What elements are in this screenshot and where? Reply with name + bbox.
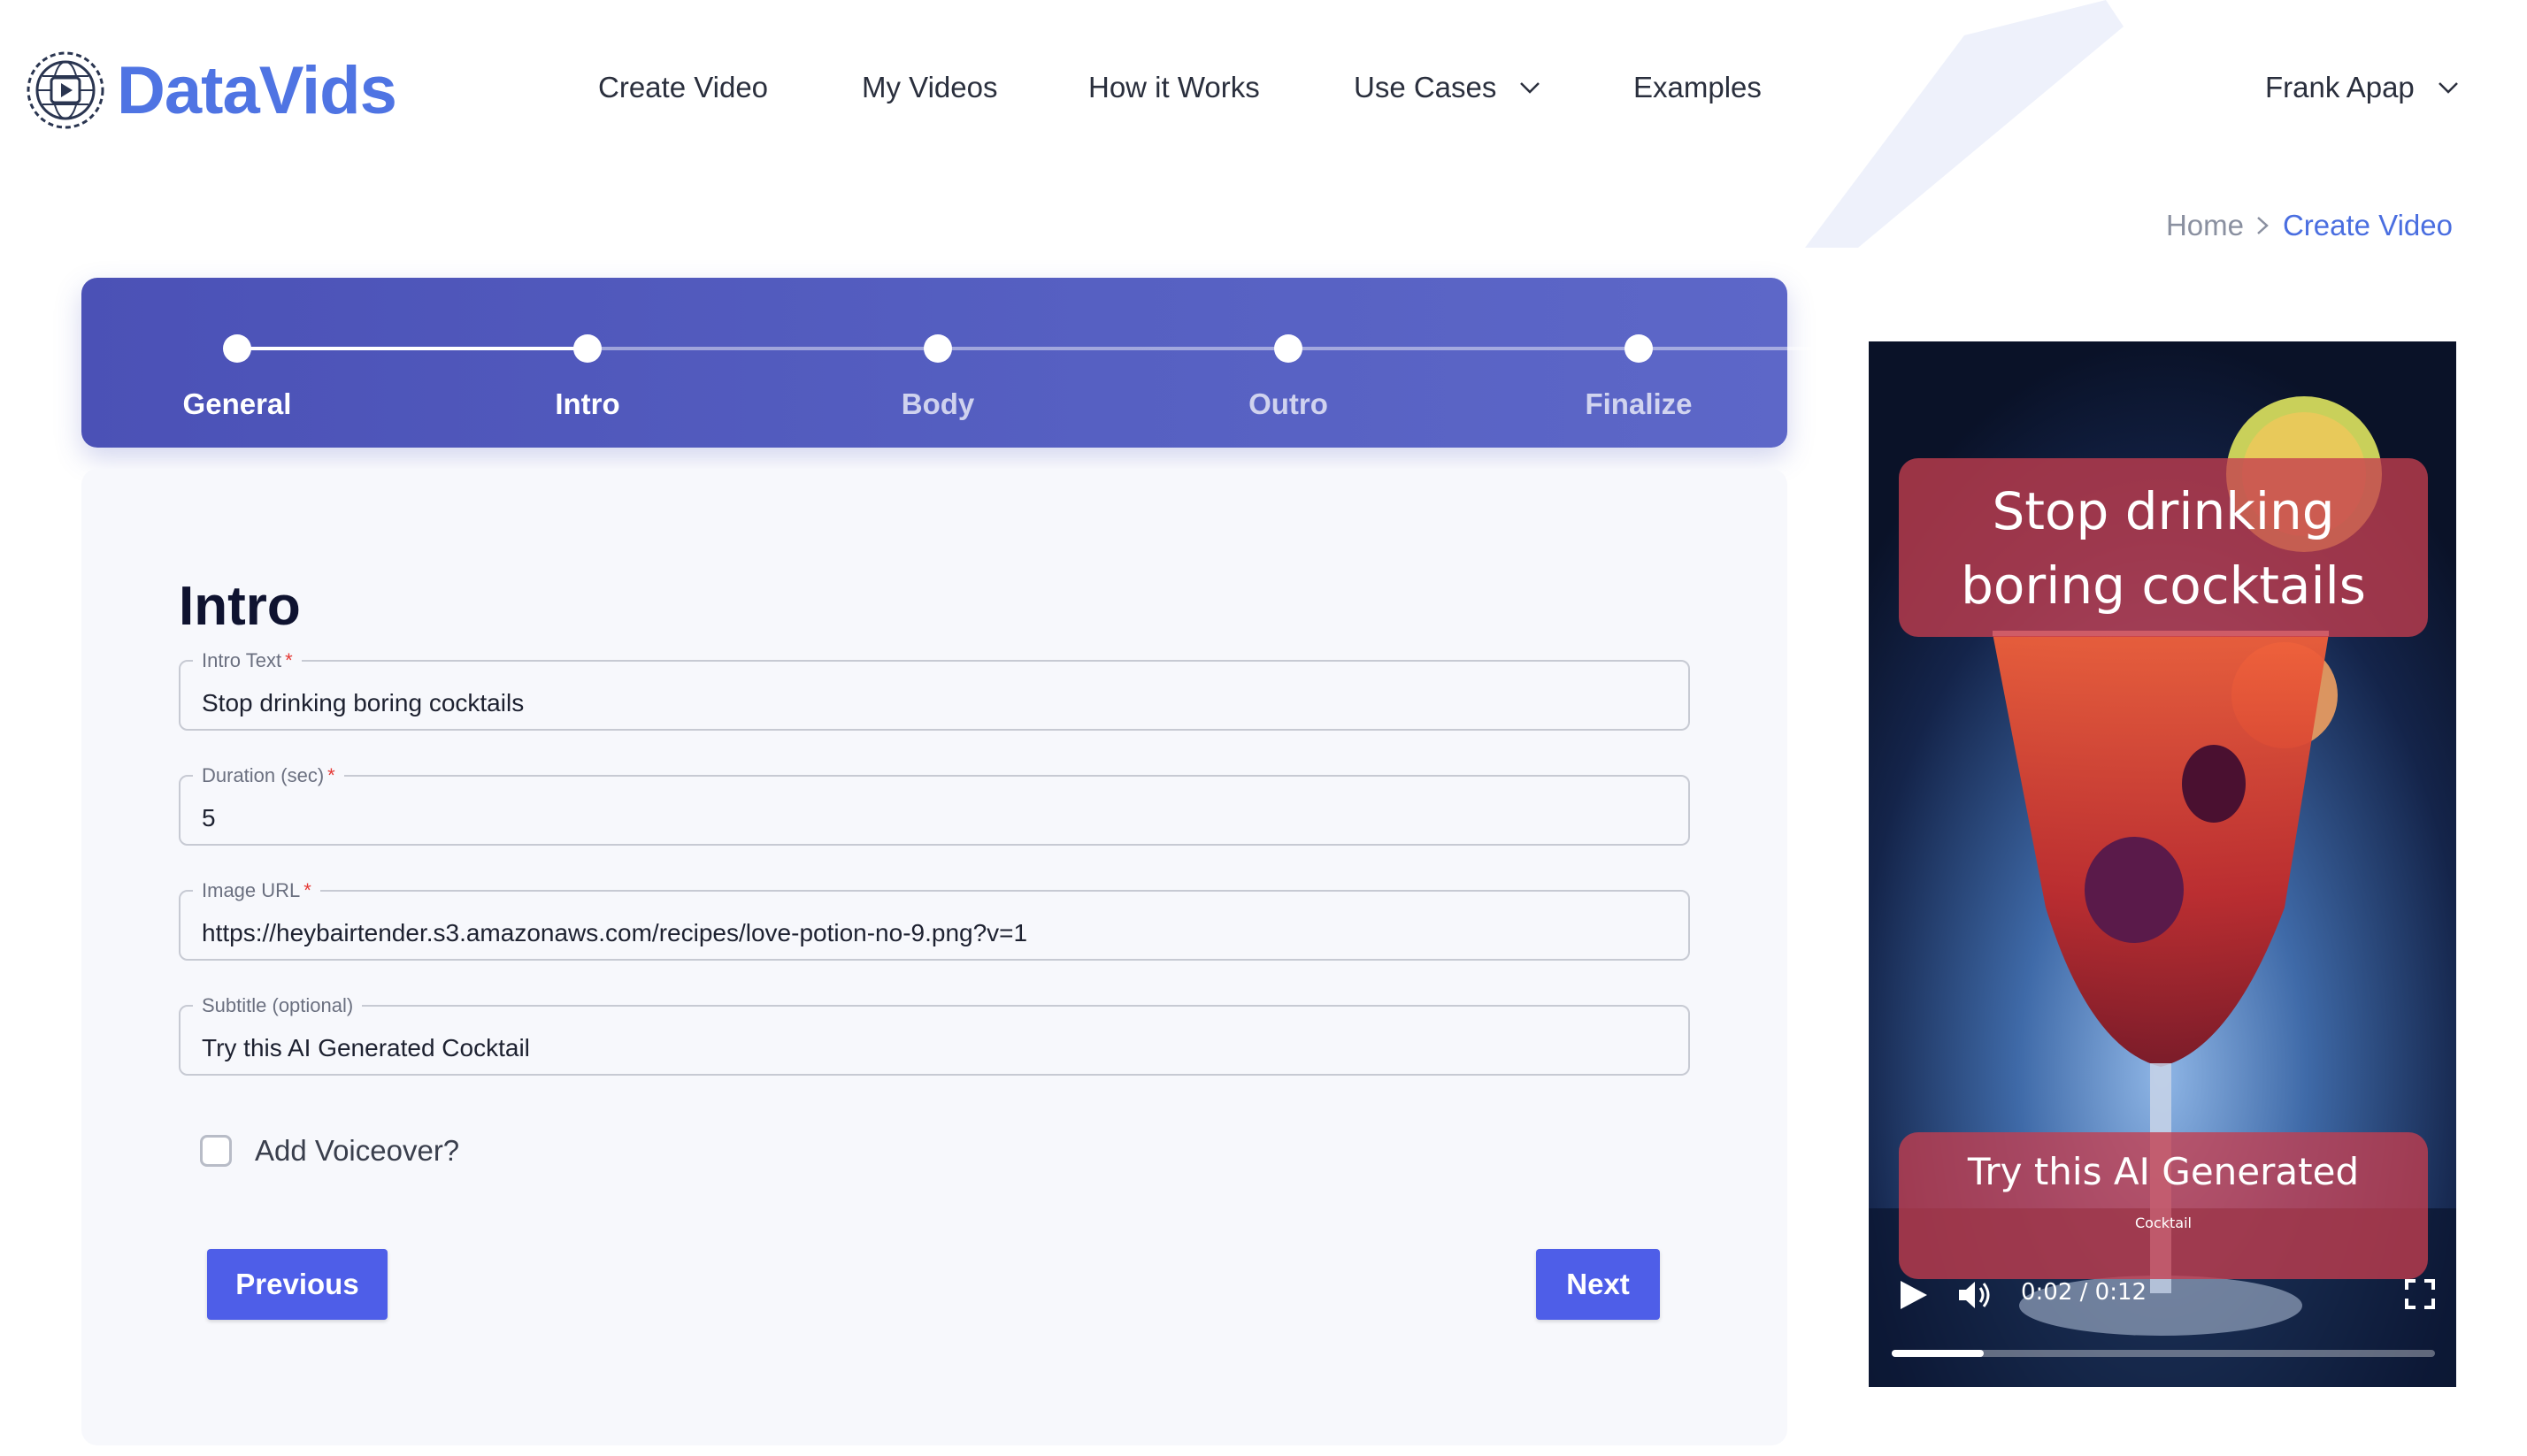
image-url-field: Image URL *: [179, 878, 1690, 961]
intro-text-input[interactable]: [180, 662, 1688, 729]
breadcrumb-home[interactable]: Home: [2166, 209, 2244, 242]
nav-examples[interactable]: Examples: [1633, 71, 1762, 104]
breadcrumb-current: Create Video: [2282, 209, 2453, 241]
duration-input[interactable]: [180, 777, 1688, 844]
step-label-general[interactable]: General: [104, 387, 370, 421]
play-icon[interactable]: [1895, 1277, 1931, 1313]
nav-create-video[interactable]: Create Video: [598, 71, 768, 104]
nav-use-cases-label: Use Cases: [1354, 71, 1497, 103]
caption-line-1: Stop drinking: [1992, 481, 2335, 541]
user-menu[interactable]: Frank Apap: [2265, 71, 2459, 104]
subtitle-field: Subtitle (optional): [179, 993, 1690, 1076]
step-dot-outro[interactable]: [1274, 334, 1302, 363]
step-dot-finalize[interactable]: [1624, 334, 1653, 363]
step-label-body[interactable]: Body: [805, 387, 1071, 421]
voiceover-checkbox[interactable]: [200, 1135, 232, 1167]
video-time: 0:02 / 0:12: [2021, 1279, 2147, 1306]
step-label-finalize[interactable]: Finalize: [1506, 387, 1771, 421]
caption-line-2: boring cocktails: [1961, 556, 2366, 616]
nav-use-cases[interactable]: Use Cases: [1354, 71, 1540, 104]
caption-subtitle: Try this AI Generated Cocktail: [1899, 1132, 2428, 1279]
image-url-input[interactable]: [180, 892, 1688, 959]
step-label-outro[interactable]: Outro: [1156, 387, 1421, 421]
section-title: Intro: [179, 576, 301, 637]
chevron-down-icon: [2438, 82, 2458, 94]
caption-intro-text: Stop drinking boring cocktails: [1899, 458, 2428, 637]
brand-name: DataVids: [117, 52, 397, 128]
stepper-track-completed: [237, 347, 588, 350]
step-dot-general[interactable]: [223, 334, 251, 363]
breadcrumb: Home Create Video: [2166, 209, 2453, 242]
fullscreen-icon[interactable]: [2405, 1279, 2435, 1309]
next-button[interactable]: Next: [1536, 1249, 1660, 1320]
brand-logo[interactable]: DataVids: [25, 50, 397, 131]
intro-form-card: Intro Intro Text* Duration (sec)* Image …: [81, 469, 1787, 1445]
caption-subtitle-text: Try this AI Generated: [1967, 1150, 2360, 1193]
video-progress-fill: [1892, 1350, 1985, 1357]
voiceover-label: Add Voiceover?: [255, 1134, 460, 1167]
nav-my-videos[interactable]: My Videos: [862, 71, 997, 104]
video-preview[interactable]: Stop drinking boring cocktails Try this …: [1869, 341, 2456, 1387]
step-dot-body[interactable]: [924, 334, 952, 363]
nav-how-it-works[interactable]: How it Works: [1088, 71, 1260, 104]
background-decoration: [1805, 0, 2124, 248]
step-label-intro[interactable]: Intro: [455, 387, 720, 421]
user-name: Frank Apap: [2265, 71, 2415, 103]
intro-text-field: Intro Text *: [179, 648, 1690, 731]
previous-button[interactable]: Previous: [207, 1249, 388, 1320]
chevron-right-icon: [2257, 217, 2269, 234]
video-progress-bar[interactable]: [1892, 1350, 2435, 1357]
subtitle-input[interactable]: [180, 1007, 1688, 1074]
caption-subtitle-small: Cocktail: [2135, 1215, 2192, 1231]
logo-globe-play-icon: [27, 51, 104, 129]
step-dot-intro[interactable]: [573, 334, 602, 363]
chevron-down-icon: [1520, 82, 1540, 94]
voiceover-option[interactable]: Add Voiceover?: [200, 1134, 459, 1168]
progress-stepper: General Intro Body Outro Finalize: [81, 278, 1989, 448]
duration-field: Duration (sec) *: [179, 763, 1690, 846]
volume-icon[interactable]: [1955, 1277, 1994, 1313]
